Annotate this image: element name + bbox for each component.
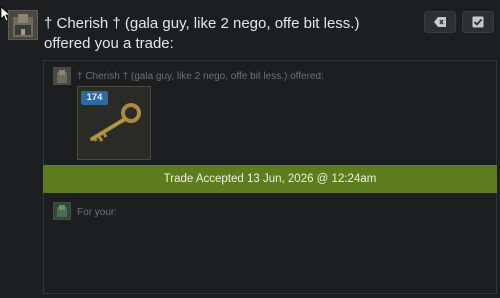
- for-your-label: For your:: [77, 207, 118, 218]
- checkmark-icon: [472, 16, 484, 28]
- avatar-image: [54, 68, 70, 84]
- key-icon: [90, 103, 141, 142]
- offerer-avatar: [53, 67, 71, 85]
- offered-item[interactable]: 174: [77, 86, 151, 160]
- trade-status-bar: Trade Accepted 13 Jun, 2026 @ 12:24am: [43, 165, 497, 193]
- avatar-image: [9, 11, 37, 39]
- offered-label: † Cherish † (gala guy, like 2 nego, offe…: [77, 71, 324, 82]
- avatar-image: [54, 203, 70, 219]
- trader-avatar[interactable]: [8, 10, 38, 40]
- accept-button[interactable]: [462, 11, 494, 33]
- tag-dismiss-icon: [434, 17, 446, 27]
- trade-offer-title: † Cherish † (gala guy, like 2 nego, offe…: [44, 15, 360, 52]
- recipient-avatar: [53, 202, 71, 220]
- dismiss-button[interactable]: [424, 11, 456, 33]
